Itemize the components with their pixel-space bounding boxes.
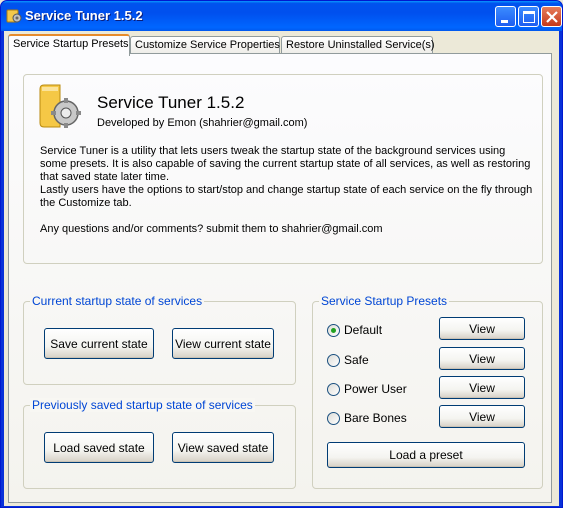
preset-label: Power User [344, 382, 407, 396]
app-logo-icon [36, 83, 84, 131]
load-preset-button[interactable]: Load a preset [327, 442, 525, 468]
current-state-title: Current startup state of services [30, 294, 205, 308]
maximize-icon [523, 11, 535, 23]
radio-indicator[interactable] [327, 323, 340, 337]
tab-panel: Service Tuner 1.5.2 Developed by Emon (s… [8, 53, 552, 503]
view-preset-default-button[interactable]: View [439, 317, 525, 340]
radio-indicator[interactable] [327, 382, 340, 396]
contact-text: Any questions and/or comments? submit th… [40, 223, 383, 235]
app-name: Service Tuner 1.5.2 [97, 93, 245, 112]
view-saved-state-button[interactable]: View saved state [172, 432, 274, 463]
current-state-group: Current startup state of services Save c… [23, 294, 296, 385]
preset-label: Default [344, 323, 383, 337]
view-preset-power-user-button[interactable]: View [439, 376, 525, 399]
minimize-button[interactable] [495, 6, 516, 27]
close-icon [546, 11, 558, 23]
load-saved-state-button[interactable]: Load saved state [44, 432, 154, 463]
window-title: Service Tuner 1.5.2 [25, 8, 143, 23]
description-line: Lastly users have the options to start/s… [40, 184, 533, 196]
preset-bare-bones-radio[interactable]: Bare Bones [327, 410, 407, 426]
preset-safe-radio[interactable]: Safe [327, 352, 369, 368]
close-button[interactable] [541, 6, 562, 27]
app-icon[interactable] [6, 8, 22, 24]
maximize-button[interactable] [518, 6, 539, 27]
presets-title: Service Startup Presets [319, 294, 450, 308]
description-line: the Customize tab. [40, 197, 132, 209]
app-window: Service Tuner 1.5.2 Service Startup Pres… [0, 0, 563, 508]
title-bar[interactable]: Service Tuner 1.5.2 [1, 1, 562, 31]
description-line: that saved state later time. [40, 171, 170, 183]
preset-power-user-radio[interactable]: Power User [327, 381, 407, 397]
view-preset-safe-button[interactable]: View [439, 347, 525, 370]
preset-label: Safe [344, 353, 369, 367]
save-current-state-button[interactable]: Save current state [44, 328, 154, 359]
description-line: some presets. It is also capable of savi… [40, 158, 531, 170]
about-box: Service Tuner 1.5.2 Developed by Emon (s… [23, 74, 543, 264]
preset-label: Bare Bones [344, 411, 407, 425]
view-current-state-button[interactable]: View current state [172, 328, 274, 359]
developer-credit: Developed by Emon (shahrier@gmail.com) [97, 117, 308, 129]
minimize-icon [501, 20, 508, 23]
radio-indicator[interactable] [327, 411, 340, 425]
view-preset-bare-bones-button[interactable]: View [439, 405, 525, 428]
radio-indicator[interactable] [327, 353, 340, 367]
tab-service-startup-presets[interactable]: Service Startup Presets [8, 34, 130, 56]
saved-state-title: Previously saved startup state of servic… [30, 398, 255, 412]
client-area: Service Startup Presets Customize Servic… [4, 31, 559, 506]
saved-state-group: Previously saved startup state of servic… [23, 398, 296, 489]
preset-default-radio[interactable]: Default [327, 322, 382, 338]
description-line: Service Tuner is a utility that lets use… [40, 145, 506, 157]
presets-group: Service Startup Presets Default View Saf… [312, 294, 543, 489]
app-description: Service Tuner is a utility that lets use… [40, 145, 535, 210]
